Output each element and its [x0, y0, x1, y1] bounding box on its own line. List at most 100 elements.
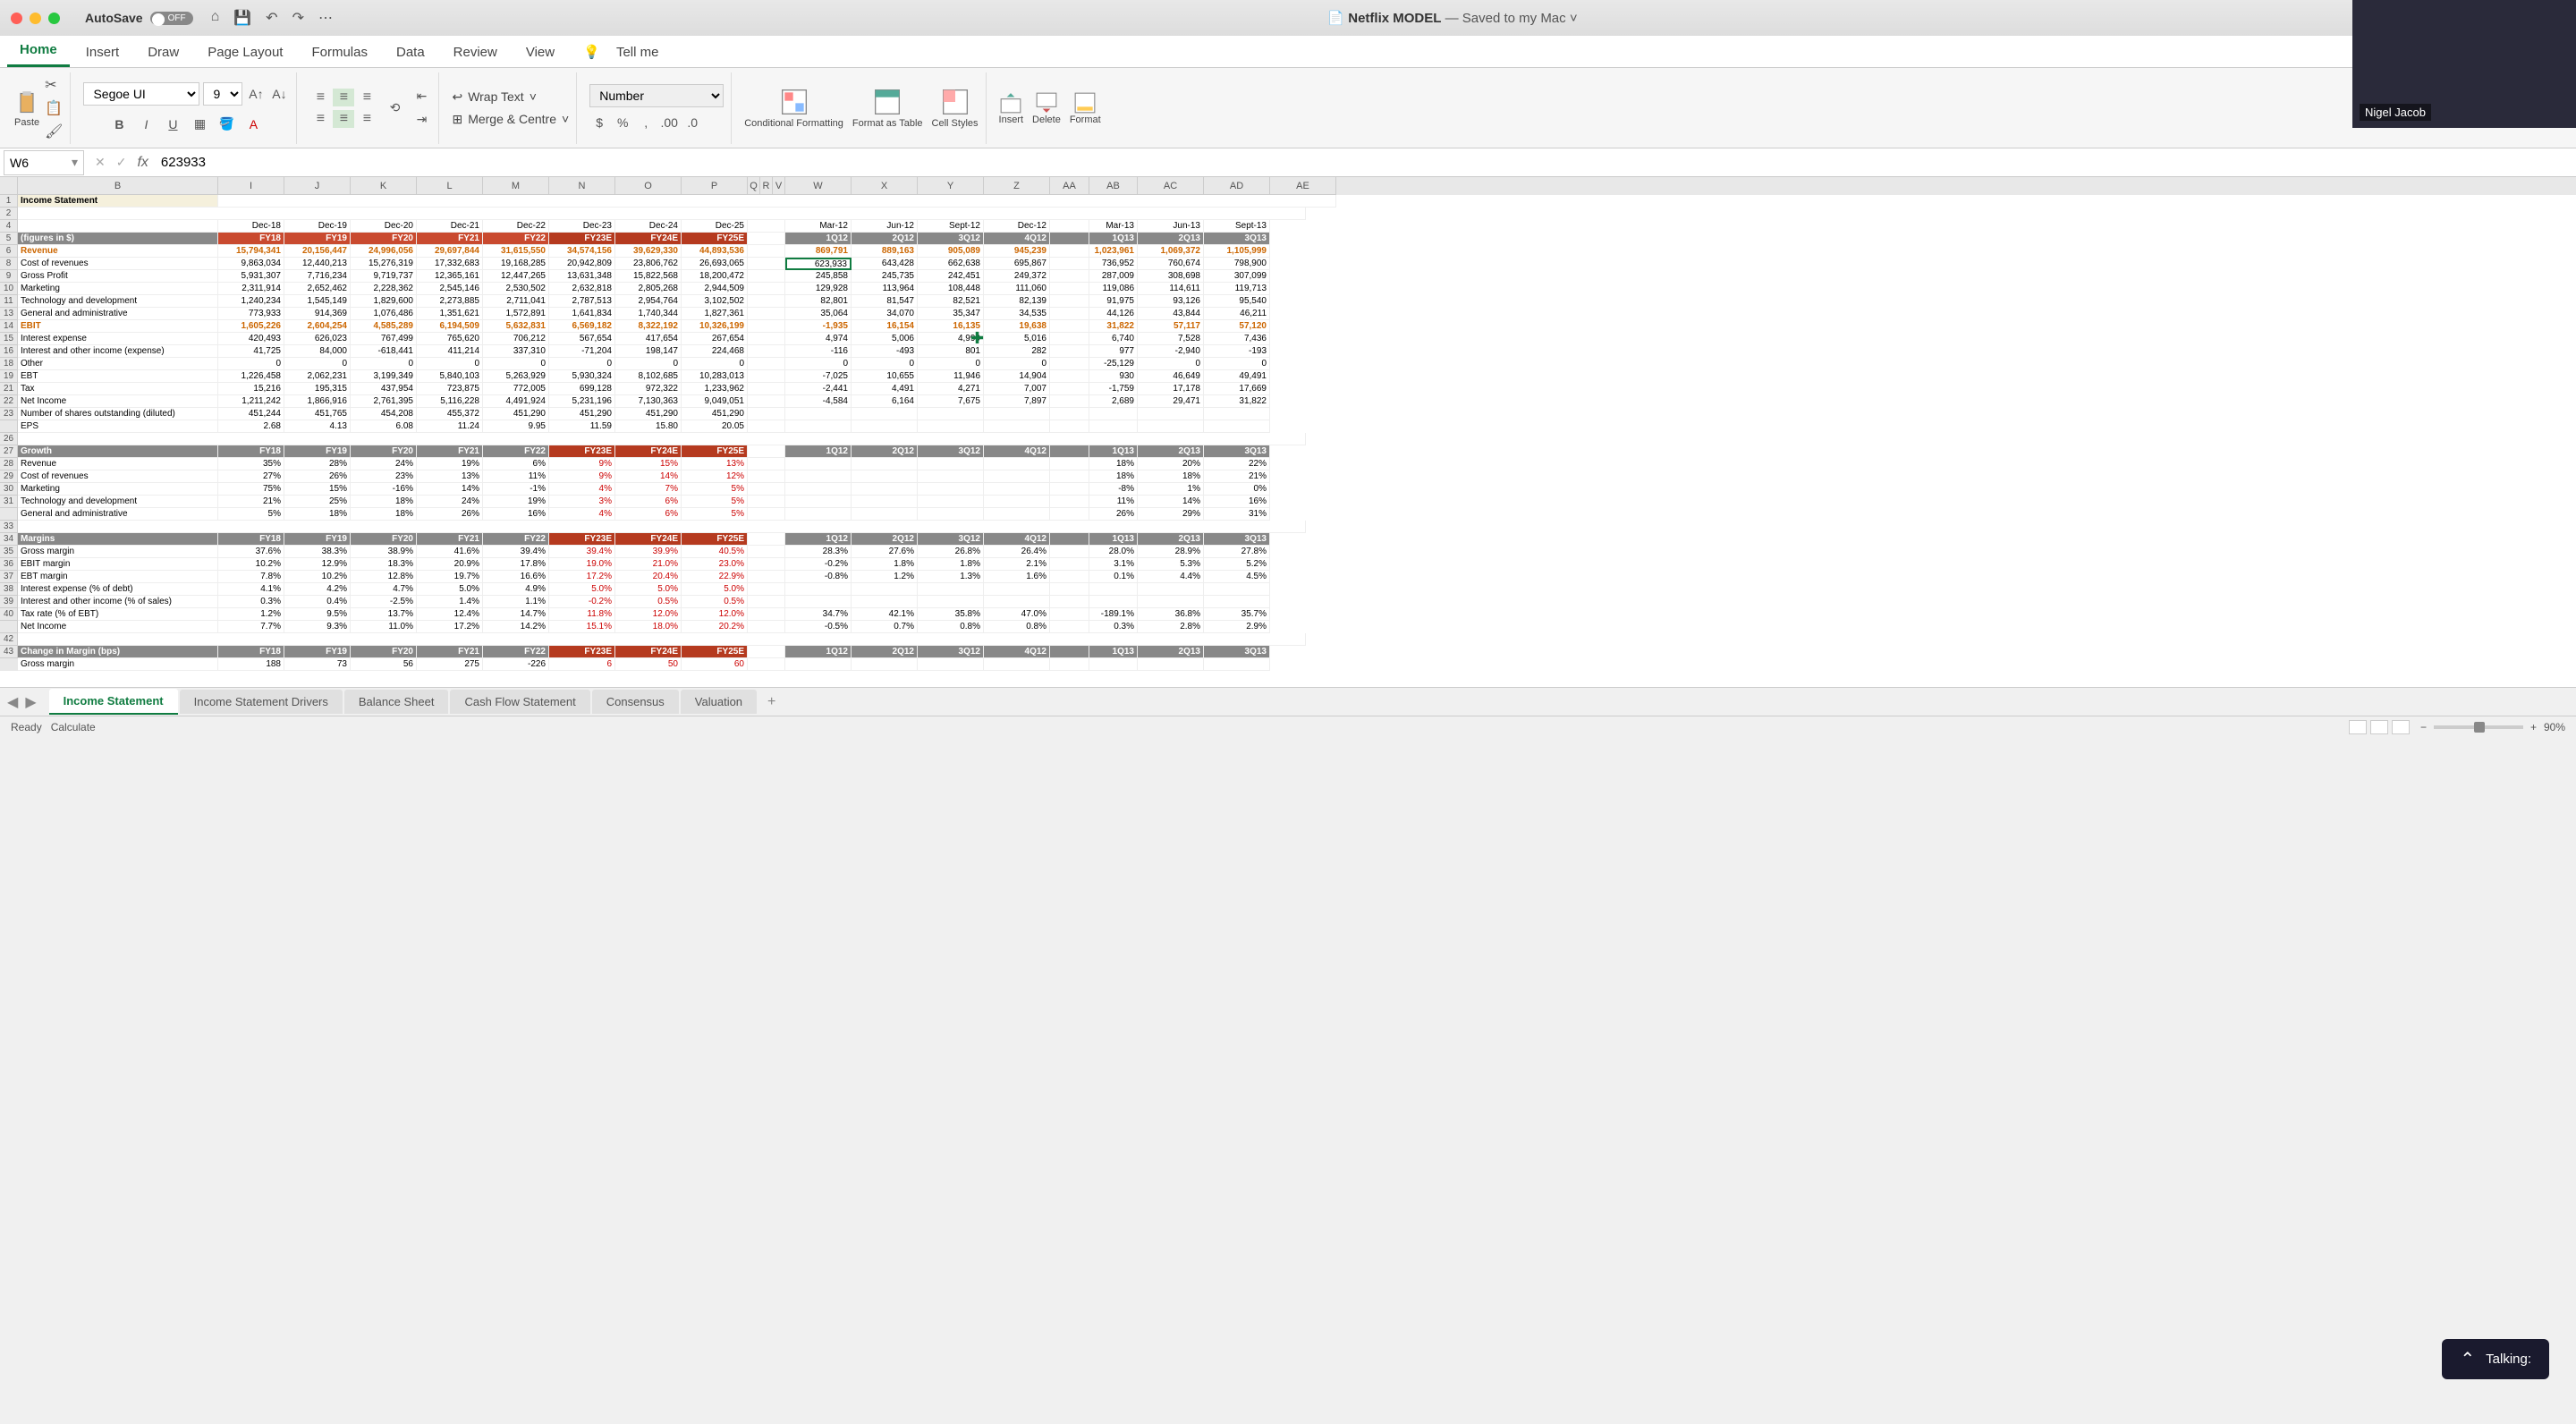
zoom-level[interactable]: 90% — [2544, 721, 2565, 733]
number-format-select[interactable]: Number — [589, 84, 724, 107]
number-group: Number $ % , .00 .0 — [582, 72, 732, 144]
next-sheet-icon[interactable]: ▶ — [25, 693, 36, 711]
cells-group: Insert Delete Format — [992, 72, 1108, 144]
cell-styles-button[interactable]: Cell Styles — [932, 88, 979, 129]
formula-input[interactable]: 623933 — [156, 155, 2576, 170]
insert-cells-button[interactable]: Insert — [999, 91, 1024, 125]
font-name-select[interactable]: Segoe UI — [83, 82, 199, 106]
cut-icon[interactable]: ✂ — [45, 76, 63, 94]
align-left-icon[interactable]: ≡ — [309, 110, 331, 128]
copy-icon[interactable]: 📋 — [45, 99, 63, 117]
tab-draw[interactable]: Draw — [135, 38, 191, 67]
tab-tell-me[interactable]: 💡 Tell me — [571, 37, 683, 67]
accept-formula-icon[interactable]: ✓ — [116, 155, 127, 170]
quick-access-toolbar: ⌂ 💾 ↶ ↷ ⋯ — [211, 9, 333, 27]
talking-indicator: Talking: — [2442, 1339, 2549, 1379]
tab-formulas[interactable]: Formulas — [299, 38, 380, 67]
currency-icon[interactable]: $ — [589, 113, 609, 132]
paste-button[interactable]: Paste — [14, 89, 39, 128]
decrease-decimal-icon[interactable]: .0 — [682, 113, 702, 132]
align-middle-icon[interactable]: ≡ — [333, 89, 354, 106]
window-controls — [11, 13, 60, 24]
sheet-tab-income-statement[interactable]: Income Statement — [49, 689, 178, 715]
increase-font-icon[interactable]: A↑ — [246, 84, 266, 104]
alignment-group: ≡ ≡ ≡ ≡ ≡ ≡ ⟲ ⇤ ⇥ — [302, 72, 439, 144]
italic-button[interactable]: I — [136, 114, 156, 134]
zoom-out-icon[interactable]: − — [2420, 721, 2427, 733]
bold-button[interactable]: B — [109, 114, 129, 134]
ribbon: Paste ✂ 📋 🖌 Segoe UI 9 A↑ A↓ B I U ▦ 🪣 A — [0, 68, 2576, 148]
undo-icon[interactable]: ↶ — [266, 9, 277, 27]
sheet-cells[interactable]: Income StatementDec-18Dec-19Dec-20Dec-21… — [18, 195, 2576, 671]
tab-home[interactable]: Home — [7, 35, 70, 67]
name-box[interactable]: W6▾ — [4, 150, 84, 175]
fx-icon[interactable]: fx — [137, 155, 148, 171]
page-break-view-icon[interactable] — [2392, 720, 2410, 734]
font-size-select[interactable]: 9 — [203, 82, 242, 106]
tab-view[interactable]: View — [513, 38, 567, 67]
format-as-table-button[interactable]: Format as Table — [852, 88, 923, 129]
fill-color-icon[interactable]: 🪣 — [216, 114, 236, 134]
minimize-window-icon[interactable] — [30, 13, 41, 24]
tab-data[interactable]: Data — [384, 38, 437, 67]
comma-icon[interactable]: , — [636, 113, 656, 132]
format-cells-button[interactable]: Format — [1070, 91, 1101, 125]
orientation-icon[interactable]: ⟲ — [385, 98, 404, 118]
tab-review[interactable]: Review — [441, 38, 510, 67]
underline-button[interactable]: U — [163, 114, 182, 134]
ribbon-tabs: Home Insert Draw Page Layout Formulas Da… — [0, 36, 2576, 68]
document-title: 📄 Netflix MODEL — Saved to my Mac ˅ — [340, 10, 2565, 26]
align-bottom-icon[interactable]: ≡ — [356, 89, 377, 106]
close-window-icon[interactable] — [11, 13, 22, 24]
autosave-toggle[interactable]: OFF — [150, 12, 193, 25]
merge-centre-button[interactable]: ⊞ Merge & Centre ˅ — [452, 112, 569, 127]
align-right-icon[interactable]: ≡ — [356, 110, 377, 128]
sheet-tab-drivers[interactable]: Income Statement Drivers — [180, 690, 343, 714]
autosave-label: AutoSave — [85, 11, 143, 25]
zoom-in-icon[interactable]: + — [2530, 721, 2537, 733]
conditional-formatting-button[interactable]: Conditional Formatting — [744, 88, 843, 129]
format-painter-icon[interactable]: 🖌 — [45, 123, 63, 140]
decrease-indent-icon[interactable]: ⇤ — [411, 87, 431, 106]
wrap-merge-group: ↩ Wrap Text ˅ ⊞ Merge & Centre ˅ — [445, 72, 577, 144]
sheet-tab-balance-sheet[interactable]: Balance Sheet — [344, 690, 449, 714]
decrease-font-icon[interactable]: A↓ — [269, 84, 289, 104]
align-center-icon[interactable]: ≡ — [333, 110, 354, 128]
status-ready: Ready — [11, 721, 42, 733]
normal-view-icon[interactable] — [2349, 720, 2367, 734]
save-icon[interactable]: 💾 — [233, 9, 251, 27]
zoom-slider[interactable] — [2434, 725, 2523, 729]
increase-decimal-icon[interactable]: .00 — [659, 113, 679, 132]
spreadsheet-grid[interactable]: BIJKLMNOPQRVWXYZAAABACADAE 1245689101113… — [0, 177, 2576, 687]
sheet-tabs: ◀ ▶ Income Statement Income Statement Dr… — [0, 687, 2576, 716]
align-top-icon[interactable]: ≡ — [309, 89, 331, 106]
clipboard-group: Paste ✂ 📋 🖌 — [7, 72, 71, 144]
column-headers: BIJKLMNOPQRVWXYZAAABACADAE — [0, 177, 2576, 195]
more-icon[interactable]: ⋯ — [318, 9, 333, 27]
redo-icon[interactable]: ↷ — [292, 9, 304, 27]
font-color-icon[interactable]: A — [243, 114, 263, 134]
increase-indent-icon[interactable]: ⇥ — [411, 110, 431, 130]
webcam-overlay: Nigel Jacob — [2352, 0, 2576, 128]
sheet-tab-valuation[interactable]: Valuation — [681, 690, 757, 714]
percent-icon[interactable]: % — [613, 113, 632, 132]
borders-icon[interactable]: ▦ — [190, 114, 209, 134]
titlebar: AutoSave OFF ⌂ 💾 ↶ ↷ ⋯ 📄 Netflix MODEL —… — [0, 0, 2576, 36]
status-calculate[interactable]: Calculate — [51, 721, 96, 733]
sheet-tab-cashflow[interactable]: Cash Flow Statement — [450, 690, 589, 714]
maximize-window-icon[interactable] — [48, 13, 60, 24]
presenter-name: Nigel Jacob — [2360, 104, 2431, 121]
cancel-formula-icon[interactable]: ✕ — [95, 155, 106, 170]
tab-page-layout[interactable]: Page Layout — [195, 38, 295, 67]
delete-cells-button[interactable]: Delete — [1032, 91, 1061, 125]
row-headers: 1245689101113141516181921222326272829303… — [0, 195, 18, 671]
page-layout-view-icon[interactable] — [2370, 720, 2388, 734]
statusbar: Ready Calculate − + 90% — [0, 716, 2576, 737]
add-sheet-button[interactable]: + — [758, 691, 784, 714]
font-group: Segoe UI 9 A↑ A↓ B I U ▦ 🪣 A — [76, 72, 297, 144]
home-icon[interactable]: ⌂ — [211, 9, 220, 27]
prev-sheet-icon[interactable]: ◀ — [7, 693, 18, 711]
tab-insert[interactable]: Insert — [73, 38, 132, 67]
wrap-text-button[interactable]: ↩ Wrap Text ˅ — [452, 89, 569, 105]
sheet-tab-consensus[interactable]: Consensus — [592, 690, 679, 714]
